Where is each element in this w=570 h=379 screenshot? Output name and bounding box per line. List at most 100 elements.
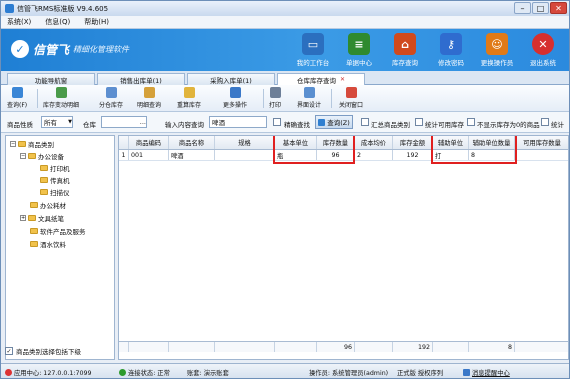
warehouse-input[interactable]: ...: [101, 116, 147, 128]
category-tree: − 商品类别 − 办公设备 打印机 传真机 扫描仪 办公耗材 + 文具纸笔 软件产品及…: [5, 135, 115, 360]
message-center-link[interactable]: 消息提醒中心: [463, 368, 510, 377]
column-header[interactable]: [119, 136, 129, 149]
print-button[interactable]: 打印: [269, 87, 281, 109]
layout-design-button[interactable]: 界面设计: [297, 87, 321, 109]
category-select[interactable]: 所有 ▼: [41, 116, 73, 128]
maximize-button[interactable]: □: [532, 2, 549, 14]
stat-label: 统计: [551, 121, 564, 129]
toolbar: 查询(F) 库存变动明细 分仓库存 明细查询 重算库存 更多操作 打印 界面设计…: [1, 85, 569, 112]
column-header[interactable]: 商品编码: [129, 136, 169, 149]
total-stock-qty: 96: [317, 342, 355, 352]
brand-logo-icon: ✓: [11, 40, 29, 58]
switch-operator-button[interactable]: ☺ 更换操作员: [477, 33, 517, 67]
collapse-icon[interactable]: −: [10, 141, 16, 147]
detail-query-button[interactable]: 明细查询: [137, 87, 161, 109]
tree-node-scanner[interactable]: 扫描仪: [40, 187, 70, 197]
column-header[interactable]: 规格: [215, 136, 275, 149]
expand-icon[interactable]: +: [20, 215, 26, 221]
menu-bar: 系统(X) 信息(Q) 帮助(H): [1, 16, 569, 29]
ellipsis-button[interactable]: ...: [140, 118, 146, 126]
printer-icon: [269, 87, 281, 98]
list-icon: [55, 87, 67, 98]
folder-icon: [30, 202, 38, 208]
column-header[interactable]: 库存金额: [393, 136, 433, 149]
total-cell: [355, 342, 393, 352]
available-checkbox[interactable]: [415, 118, 423, 126]
tree-node-supplies[interactable]: 办公耗材: [30, 200, 66, 210]
workbench-button[interactable]: ▭ 我的工作台: [293, 33, 333, 67]
zero-stock-checkbox[interactable]: [467, 118, 475, 126]
menu-system[interactable]: 系统(X): [7, 17, 31, 27]
cell-stock-amount: 192: [393, 150, 433, 160]
total-cell: [169, 342, 215, 352]
exit-system-button[interactable]: ✕ 退出系统: [523, 33, 563, 67]
total-cell: [433, 342, 469, 352]
toolbar-separator: [37, 89, 38, 108]
monitor-icon: ▭: [302, 33, 324, 55]
exit-icon: ✕: [532, 33, 554, 55]
keyword-input[interactable]: 啤酒: [209, 116, 267, 128]
cell-spec: [215, 150, 275, 160]
recalculate-stock-button[interactable]: 重算库存: [177, 87, 201, 109]
banner-toolbar: ▭ 我的工作台 ≡ 单据中心 ⌂ 库存查询 ⚷ 修改密码 ☺ 更换操作员 ✕ 退出系统: [293, 33, 563, 67]
search-icon: [11, 87, 23, 98]
highlight-base-unit-qty: [273, 136, 355, 164]
title-bar: 信管飞RMS标准版 V9.4.605 – □ ✕: [1, 1, 569, 16]
keyword-label: 输入内容查询: [165, 121, 204, 129]
include-sub-checkbox[interactable]: ✓: [5, 347, 13, 355]
toolbar-separator: [263, 89, 264, 108]
status-operator: 操作员: 系统管理员(admin): [309, 370, 389, 377]
summary-checkbox[interactable]: [361, 118, 369, 126]
status-edition: 正式版 授权序列: [397, 370, 444, 377]
filter-bar: 商品性质 所有 ▼ 仓库 ... 输入内容查询 啤酒 精确查找 查询(Z) 汇总商…: [1, 112, 569, 133]
menu-help[interactable]: 帮助(H): [84, 17, 109, 27]
row-number: 1: [119, 150, 129, 160]
tab-stock-query[interactable]: 仓库库存查询 ✕: [277, 73, 365, 85]
status-app-center: 应用中心: 127.0.0.1:7099: [5, 368, 92, 377]
more-actions-button[interactable]: 更多操作: [223, 87, 247, 109]
stock-change-detail-button[interactable]: 库存变动明细: [43, 87, 79, 109]
close-button[interactable]: ✕: [550, 2, 567, 14]
tree-node-software[interactable]: 软件产品及服务: [30, 226, 86, 236]
warehouse-label: 仓库: [83, 121, 96, 129]
folder-icon: [28, 215, 36, 221]
stat-checkbox[interactable]: [541, 118, 549, 126]
cell-available-qty: [515, 150, 568, 160]
cell-name: 啤酒: [169, 150, 215, 160]
inventory-query-button[interactable]: ⌂ 库存查询: [385, 33, 425, 67]
folder-icon: [30, 241, 38, 247]
fuzzy-checkbox[interactable]: [273, 118, 281, 126]
tab-purchase-in[interactable]: 采购入库单(1): [187, 73, 275, 85]
close-window-button[interactable]: 关闭窗口: [339, 87, 363, 109]
tab-close-icon[interactable]: ✕: [340, 76, 345, 83]
column-header[interactable]: 成本均价: [355, 136, 393, 149]
query-z-button[interactable]: 查询(Z): [315, 115, 353, 129]
brand-name: 信管飞: [33, 42, 70, 57]
tree-node-stationery[interactable]: + 文具纸笔: [20, 213, 64, 223]
column-header[interactable]: 可用库存数量: [515, 136, 568, 149]
query-button[interactable]: 查询(F): [7, 87, 27, 109]
tree-node-beverages[interactable]: 酒水饮料: [30, 239, 66, 249]
folder-icon: [40, 177, 48, 183]
tree-node-office-equipment[interactable]: − 办公设备: [20, 151, 64, 161]
include-sub-option[interactable]: ✓ 商品类别选择包括下级: [5, 346, 81, 356]
change-password-button[interactable]: ⚷ 修改密码: [431, 33, 471, 67]
app-window: 信管飞RMS标准版 V9.4.605 – □ ✕ 系统(X) 信息(Q) 帮助(…: [0, 0, 570, 379]
folder-icon: [40, 189, 48, 195]
tab-sales-out[interactable]: 销售出库单(1): [97, 73, 185, 85]
menu-info[interactable]: 信息(Q): [45, 17, 70, 27]
minimize-button[interactable]: –: [514, 2, 531, 14]
tree-node-root[interactable]: − 商品类别: [10, 139, 54, 149]
close-icon: [345, 87, 357, 98]
document-center-button[interactable]: ≡ 单据中心: [339, 33, 379, 67]
tree-node-fax[interactable]: 传真机: [40, 175, 70, 185]
category-label: 商品性质: [7, 121, 33, 129]
tree-node-printer[interactable]: 打印机: [40, 163, 70, 173]
layout-icon: [303, 87, 315, 98]
column-header[interactable]: 商品名称: [169, 136, 215, 149]
total-aux-qty: 8: [469, 342, 515, 352]
stock-table: 商品编码 商品名称 规格 基本单位 库存数量 成本均价 库存金额 辅助单位 辅助…: [118, 135, 569, 360]
collapse-icon[interactable]: −: [20, 153, 26, 159]
tab-navigation[interactable]: 功能导航窗: [7, 73, 95, 85]
branch-stock-button[interactable]: 分仓库存: [99, 87, 123, 109]
